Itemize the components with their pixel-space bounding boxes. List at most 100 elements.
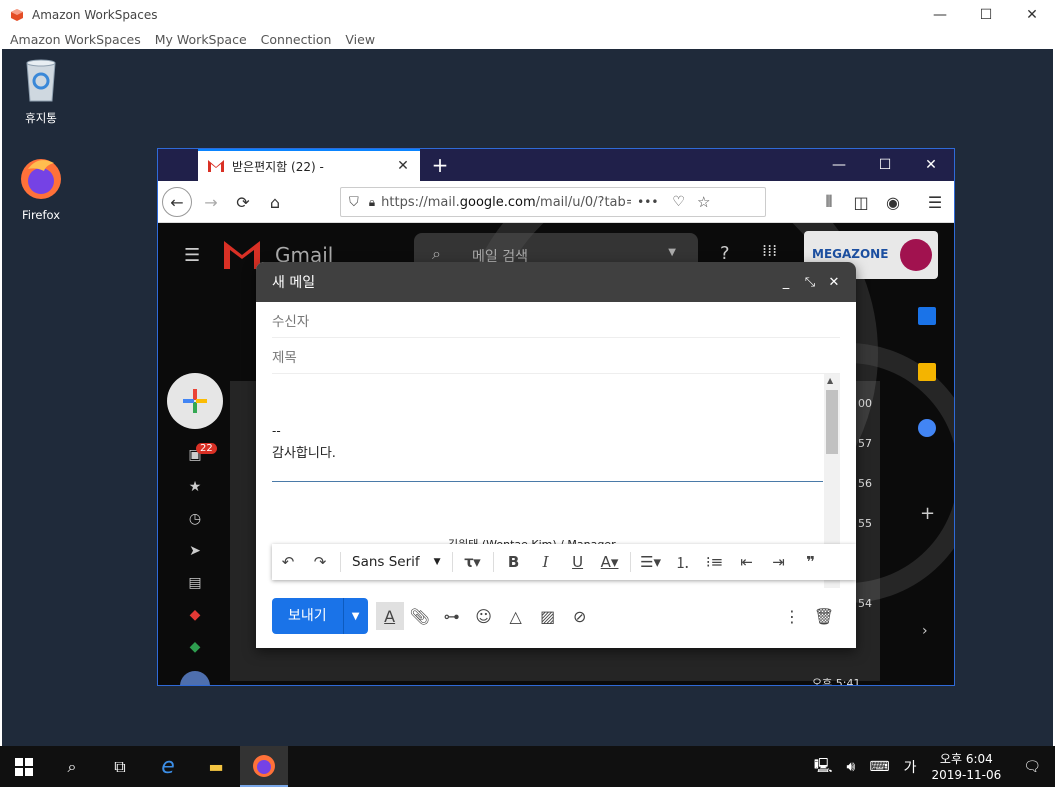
- toolbar-divider: [340, 552, 341, 572]
- ime-indicator[interactable]: 가: [897, 757, 924, 777]
- sidebar-icon[interactable]: ◫: [846, 187, 876, 217]
- menu-connection[interactable]: Connection: [261, 32, 332, 47]
- numbered-list-icon[interactable]: ⒈: [668, 548, 698, 576]
- sent-icon[interactable]: ➤: [186, 543, 204, 561]
- redo-icon[interactable]: ↷: [305, 548, 335, 576]
- formatting-options-icon[interactable]: A: [375, 602, 404, 630]
- drive-icon[interactable]: △: [500, 600, 532, 632]
- insert-photo-icon[interactable]: ▨: [532, 600, 564, 632]
- recycle-bin-icon: [26, 59, 56, 102]
- message-body[interactable]: -- 감사합니다. 김원태 (Wontae Kim) / Manager: [272, 374, 824, 546]
- drafts-icon[interactable]: ▤: [186, 575, 204, 593]
- subject-field[interactable]: 제목: [272, 338, 840, 374]
- plus-icon: [183, 389, 207, 413]
- label-green-icon[interactable]: ◆: [186, 639, 204, 657]
- send-button[interactable]: 보내기 ▼: [272, 598, 368, 634]
- expand-panel-icon[interactable]: ›: [922, 623, 928, 639]
- reload-button[interactable]: ⟳: [228, 187, 258, 217]
- bold-icon[interactable]: B: [499, 548, 529, 576]
- menu-view[interactable]: View: [345, 32, 375, 47]
- menu-amazon-workspaces[interactable]: Amazon WorkSpaces: [10, 32, 141, 47]
- label-red-icon[interactable]: ◆: [186, 607, 204, 625]
- starred-icon[interactable]: ★: [186, 479, 204, 497]
- task-view-icon[interactable]: ⧉: [96, 746, 144, 787]
- scroll-thumb[interactable]: [826, 390, 838, 454]
- forward-button[interactable]: →: [196, 187, 226, 217]
- row-date: 57: [858, 437, 872, 450]
- italic-icon[interactable]: I: [531, 548, 561, 576]
- discard-draft-icon[interactable]: 🗑︎: [808, 600, 840, 632]
- ff-minimize-button[interactable]: —: [816, 149, 862, 181]
- page-actions-icon[interactable]: •••: [637, 195, 658, 209]
- fullscreen-compose-icon[interactable]: ⤡: [798, 275, 822, 290]
- search-options-icon[interactable]: ▼: [668, 247, 676, 258]
- new-tab-button[interactable]: +: [428, 153, 452, 177]
- align-icon[interactable]: ☰▾: [636, 548, 666, 576]
- menu-hamburger-icon[interactable]: ☰: [920, 187, 950, 217]
- quote-icon[interactable]: ❞: [796, 548, 826, 576]
- attach-file-icon[interactable]: 📎︎: [404, 600, 436, 632]
- url-bar[interactable]: ⛉ 🔒︎ https://mail.google.com/mail/u/0/?t…: [340, 187, 766, 217]
- tasks-icon[interactable]: [918, 419, 936, 437]
- firefox-taskbar-icon[interactable]: [240, 746, 288, 787]
- bulleted-list-icon[interactable]: ⁝≡: [700, 548, 730, 576]
- to-field[interactable]: 수신자: [272, 302, 840, 338]
- snoozed-icon[interactable]: ◷: [186, 511, 204, 529]
- ff-close-button[interactable]: ✕: [908, 149, 954, 181]
- more-options-icon[interactable]: ⋮: [776, 600, 808, 632]
- indent-less-icon[interactable]: ⇤: [732, 548, 762, 576]
- library-icon[interactable]: ⫴: [814, 187, 844, 217]
- minimize-compose-icon[interactable]: _: [774, 275, 798, 290]
- text-color-icon[interactable]: A▾: [595, 548, 625, 576]
- scroll-up-icon[interactable]: ▲: [827, 376, 833, 385]
- confidential-mode-icon[interactable]: ⊘: [564, 600, 596, 632]
- compose-fab-button[interactable]: [167, 373, 223, 429]
- search-icon[interactable]: ⌕: [432, 244, 441, 264]
- send-options-icon[interactable]: ▼: [344, 611, 368, 622]
- toolbar-divider: [492, 552, 494, 572]
- emoji-icon[interactable]: ☺: [468, 600, 500, 632]
- internet-explorer-icon[interactable]: e: [144, 746, 192, 787]
- calendar-icon[interactable]: [918, 307, 936, 325]
- avatar[interactable]: [900, 239, 932, 271]
- home-button[interactable]: ⌂: [260, 187, 290, 217]
- file-explorer-icon[interactable]: ▬: [192, 746, 240, 787]
- font-family-select[interactable]: Sans Serif ▼: [346, 548, 447, 576]
- hangouts-avatar[interactable]: [180, 671, 210, 685]
- close-compose-icon[interactable]: ✕: [822, 275, 846, 290]
- bookmark-star-icon[interactable]: ☆: [697, 193, 710, 211]
- keep-icon[interactable]: [918, 363, 936, 381]
- add-addon-icon[interactable]: +: [920, 503, 935, 524]
- tab-close-icon[interactable]: ✕: [394, 158, 412, 174]
- notification-icon[interactable]: 🗨︎: [1009, 759, 1055, 775]
- desktop-icon-recycle-bin[interactable]: 휴지통: [6, 57, 76, 126]
- volume-icon[interactable]: 🔊︎: [840, 759, 863, 775]
- help-icon[interactable]: ?: [720, 243, 730, 264]
- keyboard-icon[interactable]: ⌨: [862, 759, 896, 775]
- lock-icon[interactable]: 🔒︎: [369, 195, 375, 210]
- underline-icon[interactable]: U: [563, 548, 593, 576]
- insert-link-icon[interactable]: ⊶: [436, 600, 468, 632]
- font-size-icon[interactable]: ꚍ▾: [458, 548, 488, 576]
- minimize-button[interactable]: —: [917, 0, 963, 30]
- desktop-icon-firefox[interactable]: Firefox: [6, 155, 76, 222]
- search-icon[interactable]: ⌕: [48, 746, 96, 787]
- tab-gmail-inbox[interactable]: 받은편지함 (22) - ✕: [198, 149, 420, 181]
- apps-grid-icon[interactable]: ⁞⁞⁞: [762, 241, 777, 260]
- shield-icon[interactable]: ⛉: [349, 195, 359, 210]
- network-icon[interactable]: 🖳︎: [807, 755, 840, 779]
- signature-thanks: 감사합니다.: [272, 446, 336, 461]
- close-button[interactable]: ✕: [1009, 0, 1055, 30]
- indent-more-icon[interactable]: ⇥: [764, 548, 794, 576]
- account-icon[interactable]: ◉: [878, 187, 908, 217]
- clock[interactable]: 오후 6:04 2019-11-06: [923, 751, 1009, 783]
- inbox-count-badge: 22: [196, 443, 217, 454]
- main-menu-icon[interactable]: ☰: [184, 245, 200, 266]
- back-button[interactable]: ←: [162, 187, 192, 217]
- start-button[interactable]: [0, 746, 48, 787]
- pocket-icon[interactable]: ♡: [672, 194, 685, 210]
- maximize-button[interactable]: ☐: [963, 0, 1009, 30]
- ff-maximize-button[interactable]: ☐: [862, 149, 908, 181]
- menu-my-workspace[interactable]: My WorkSpace: [155, 32, 247, 47]
- undo-icon[interactable]: ↶: [273, 548, 303, 576]
